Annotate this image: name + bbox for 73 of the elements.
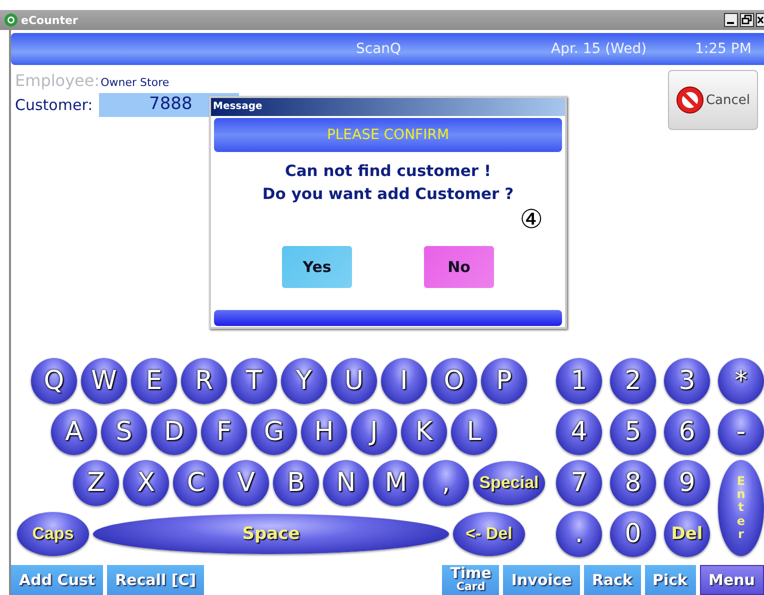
key-button[interactable]: G [251, 408, 297, 454]
key-button[interactable]: F [201, 408, 247, 454]
key-button[interactable]: 4 [556, 408, 602, 454]
key-button[interactable]: D [151, 408, 197, 454]
toolbar-button[interactable]: Time Card [442, 565, 500, 595]
key-button[interactable]: U [331, 358, 377, 404]
app-icon [4, 13, 18, 27]
key-button[interactable]: E [131, 358, 177, 404]
key-button[interactable]: H [301, 408, 347, 454]
key-button[interactable]: Enter [718, 460, 764, 556]
key-button[interactable]: N [323, 460, 369, 506]
key-button[interactable]: M [373, 460, 419, 506]
dialog-title: Message [211, 98, 565, 116]
toolbar-button[interactable]: Invoice [503, 565, 580, 595]
date-text: Apr. 15 (Wed) [551, 41, 648, 57]
key-button[interactable]: L [451, 408, 497, 454]
toolbar-button[interactable]: Rack [584, 565, 641, 595]
employee-label: Employee: [15, 71, 100, 90]
key-button[interactable]: * [718, 358, 764, 404]
key-button[interactable]: Space [93, 514, 449, 554]
close-icon[interactable] [756, 13, 764, 27]
time-text: 1:25 PM [695, 41, 752, 57]
message-text: Can not find customer ! [284, 161, 492, 182]
customer-label: Customer: [15, 96, 94, 114]
key-button[interactable]: O [431, 358, 477, 404]
key-button[interactable]: 6 [664, 408, 710, 454]
dialog-button[interactable]: Yes [282, 246, 352, 288]
key-button[interactable]: . [556, 510, 602, 556]
key-button[interactable]: Q [31, 358, 77, 404]
toolbar-button[interactable]: Recall [C] [107, 565, 204, 595]
message-text: Do you want add Customer ? [261, 184, 515, 205]
key-button[interactable]: Z [73, 460, 119, 506]
key-button[interactable]: K [401, 408, 447, 454]
toolbar-button[interactable]: Pick [644, 565, 696, 595]
key-button[interactable]: I [381, 358, 427, 404]
dialog-button[interactable]: No [424, 246, 494, 288]
key-button[interactable]: 2 [610, 358, 656, 404]
key-button[interactable]: Y [281, 358, 327, 404]
toolbar-button[interactable]: Menu [700, 565, 764, 595]
key-button[interactable]: 3 [664, 358, 710, 404]
key-button[interactable]: S [101, 408, 147, 454]
key-button[interactable]: Caps [17, 512, 89, 556]
key-button[interactable]: Del [664, 510, 710, 556]
key-button[interactable]: A [51, 408, 97, 454]
key-button[interactable]: V [223, 460, 269, 506]
key-button[interactable]: B [273, 460, 319, 506]
key-button[interactable]: P [481, 358, 527, 404]
annotation-number: ④ [520, 206, 543, 234]
cancel-button[interactable]: Cancel [668, 70, 758, 130]
key-button[interactable]: R [181, 358, 227, 404]
key-button[interactable]: W [81, 358, 127, 404]
key-button[interactable]: 9 [664, 460, 710, 506]
confirm-banner: PLEASE CONFIRM [214, 118, 562, 152]
key-button[interactable]: 0 [610, 510, 656, 556]
key-button[interactable]: <- Del [453, 512, 525, 556]
key-button[interactable]: , [423, 460, 469, 506]
key-button[interactable]: T [231, 358, 277, 404]
no-entry-icon [676, 86, 704, 114]
key-button[interactable]: C [173, 460, 219, 506]
screen-title: ScanQ [356, 41, 402, 57]
restore-icon[interactable] [740, 13, 754, 27]
key-button[interactable]: 7 [556, 460, 602, 506]
key-button[interactable]: 1 [556, 358, 602, 404]
key-button[interactable]: Special [473, 460, 545, 504]
key-button[interactable]: J [351, 408, 397, 454]
minimize-icon[interactable] [724, 13, 738, 27]
key-button[interactable]: 5 [610, 408, 656, 454]
key-button[interactable]: - [718, 408, 764, 454]
employee-value: Owner Store [100, 76, 170, 89]
key-button[interactable]: 8 [610, 460, 656, 506]
window-title: eCounter [21, 14, 79, 26]
toolbar-button[interactable]: Add Cust [11, 565, 104, 595]
key-button[interactable]: X [123, 460, 169, 506]
